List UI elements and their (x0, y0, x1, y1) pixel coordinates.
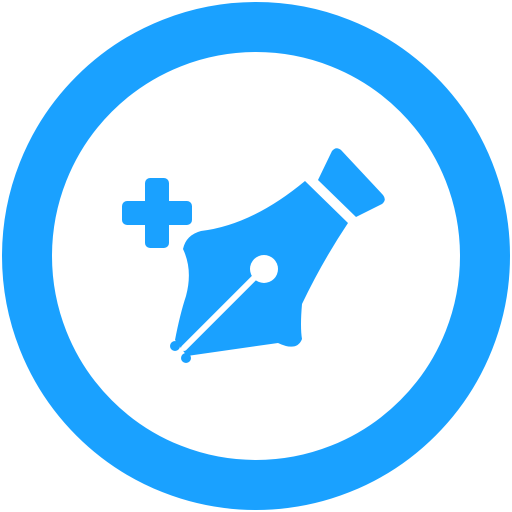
nib-hole-icon (250, 255, 278, 283)
nib-tip-dot-icon (170, 341, 180, 351)
icon-canvas (0, 0, 512, 512)
add-anchor-point-pen-icon (2, 2, 510, 510)
pen-nib-icon (170, 148, 385, 363)
nib-tip-dot-icon (181, 353, 191, 363)
plus-icon (122, 178, 192, 248)
